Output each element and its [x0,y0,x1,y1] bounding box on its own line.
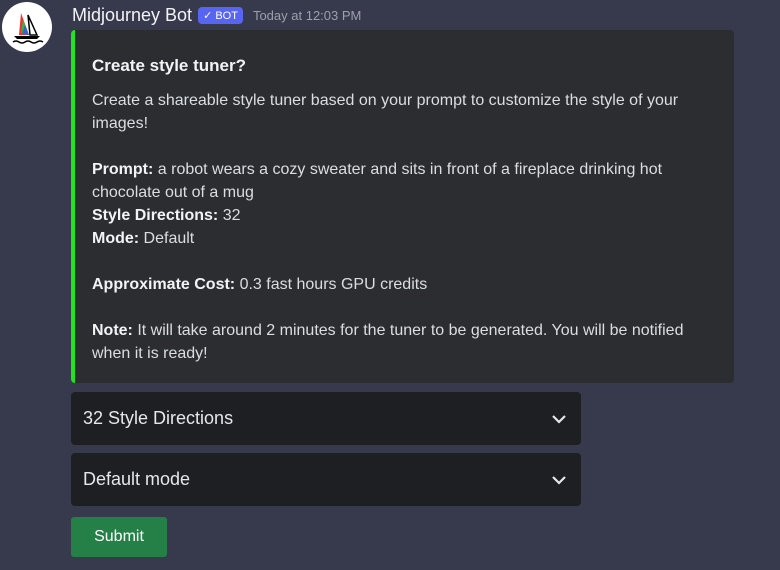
timestamp: Today at 12:03 PM [253,8,361,23]
embed-description: Create a shareable style tuner based on … [92,89,714,135]
sailboat-logo-icon [9,9,45,45]
embed-title: Create style tuner? [92,54,714,77]
directions-label: Style Directions: [92,207,218,224]
mode-line: Mode: Default [92,227,714,250]
bot-badge: ✓ BOT [198,7,243,24]
submit-button[interactable]: Submit [71,517,167,557]
bot-avatar[interactable] [2,2,52,52]
message-header: Midjourney Bot ✓ BOT Today at 12:03 PM [72,3,361,27]
prompt-label: Prompt: [92,161,153,178]
select-value: 32 Style Directions [83,408,233,429]
note-line: Note: It will take around 2 minutes for … [92,319,714,365]
prompt-line: Prompt: a robot wears a cozy sweater and… [92,158,714,204]
chevron-down-icon [551,475,567,485]
embed-card: Create style tuner? Create a shareable s… [71,30,734,383]
directions-value: 32 [218,207,240,224]
style-directions-select[interactable]: 32 Style Directions [71,392,581,445]
mode-value: Default [139,230,194,247]
mode-select[interactable]: Default mode [71,453,581,506]
select-value: Default mode [83,469,190,490]
directions-line: Style Directions: 32 [92,204,714,227]
cost-value: 0.3 fast hours GPU credits [235,276,427,293]
prompt-value: a robot wears a cozy sweater and sits in… [92,161,662,201]
cost-label: Approximate Cost: [92,276,235,293]
author-name[interactable]: Midjourney Bot [72,5,192,26]
mode-label: Mode: [92,230,139,247]
chevron-down-icon [551,414,567,424]
note-value: It will take around 2 minutes for the tu… [92,322,683,362]
note-label: Note: [92,322,133,339]
cost-line: Approximate Cost: 0.3 fast hours GPU cre… [92,273,714,296]
